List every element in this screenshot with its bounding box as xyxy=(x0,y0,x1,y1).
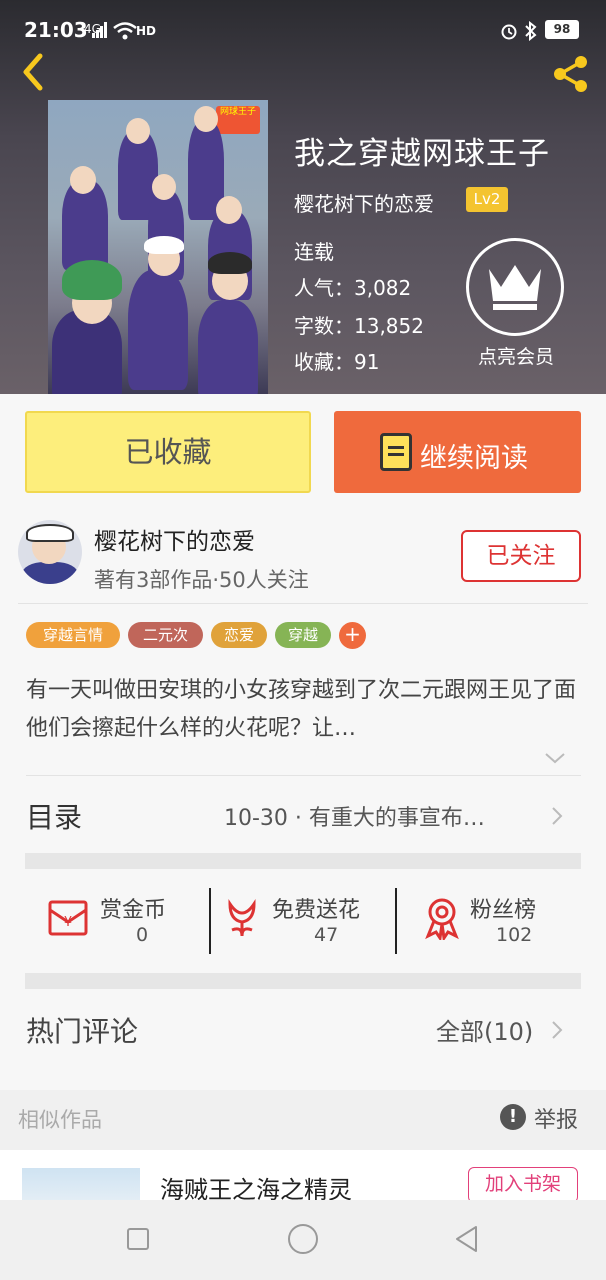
svg-text:¥: ¥ xyxy=(64,915,72,930)
author-stats: 著有3部作品·50人关注 xyxy=(94,568,309,592)
tag-chip[interactable]: 穿越 xyxy=(275,622,331,648)
add-tag-button[interactable]: + xyxy=(339,622,366,649)
book-cover[interactable]: 网球王子 xyxy=(48,100,268,394)
cover-figure xyxy=(152,174,176,200)
report-icon[interactable]: ! xyxy=(500,1104,526,1130)
section-divider xyxy=(25,853,581,869)
status-time: 21:03 xyxy=(24,18,88,42)
continue-reading-label: 继续阅读 xyxy=(420,443,528,474)
vip-label[interactable]: 点亮会员 xyxy=(468,342,564,369)
divider xyxy=(18,603,588,604)
book-author[interactable]: 樱花树下的恋爱 xyxy=(294,188,434,217)
reward-coins-label: 赏金币 xyxy=(100,898,167,923)
bluetooth-icon xyxy=(525,21,537,41)
cover-figure xyxy=(126,118,150,144)
author-level-badge: Lv2 xyxy=(466,187,508,212)
hd-indicator: HD xyxy=(136,24,157,38)
chevron-right-icon[interactable] xyxy=(551,1020,563,1040)
battery-indicator: 98 xyxy=(545,20,579,39)
medal-icon xyxy=(425,898,459,940)
recent-apps-icon[interactable] xyxy=(127,1228,149,1250)
popularity-count: 人气：3,082 xyxy=(294,276,412,300)
fan-ranking-label: 粉丝榜 xyxy=(470,898,537,923)
section-divider xyxy=(25,973,581,989)
share-icon[interactable] xyxy=(548,52,592,96)
cover-figure xyxy=(198,300,258,394)
add-to-shelf-button[interactable]: 加入书架 xyxy=(468,1167,578,1200)
free-flowers-label: 免费送花 xyxy=(272,898,361,923)
divider xyxy=(209,888,211,954)
back-icon[interactable] xyxy=(18,52,48,92)
word-count: 字数：13,852 xyxy=(294,314,424,338)
tag-chip[interactable]: 恋爱 xyxy=(211,622,267,648)
reward-coins-value: 0 xyxy=(136,924,149,946)
fan-ranking[interactable]: 粉丝榜 102 xyxy=(420,890,570,954)
tag-chip[interactable]: 穿越言情 xyxy=(26,622,120,648)
cover-figure xyxy=(128,270,188,390)
chevron-down-icon[interactable] xyxy=(544,751,566,765)
home-icon[interactable] xyxy=(288,1224,318,1254)
author-avatar[interactable] xyxy=(18,520,82,584)
divider xyxy=(395,888,397,954)
author-name[interactable]: 樱花树下的恋爱 xyxy=(94,522,255,556)
divider xyxy=(26,775,581,776)
flower-icon xyxy=(228,899,256,937)
cover-logo: 网球王子 xyxy=(216,106,260,134)
wifi-icon xyxy=(113,22,137,40)
cover-figure xyxy=(70,166,96,194)
continue-reading-button[interactable]: 继续阅读 xyxy=(334,411,581,493)
status-bar: 21:03 4G HD 98 xyxy=(0,0,606,46)
collected-button[interactable]: 已收藏 xyxy=(25,411,311,493)
recommended-book-cover[interactable] xyxy=(22,1168,140,1200)
toc-label[interactable]: 目录 xyxy=(26,796,82,836)
chevron-right-icon[interactable] xyxy=(551,806,563,826)
report-button[interactable]: 举报 xyxy=(534,1102,578,1134)
serial-status: 连载 xyxy=(294,240,334,264)
cover-figure xyxy=(208,252,252,274)
alarm-icon xyxy=(501,24,517,40)
cover-figure xyxy=(194,106,218,132)
crown-icon xyxy=(489,265,541,310)
similar-works-label: 相似作品 xyxy=(18,1108,102,1132)
latest-chapter[interactable]: 10-30 · 有重大的事宣布… xyxy=(224,800,542,832)
book-icon xyxy=(380,433,412,471)
book-description[interactable]: 有一天叫做田安琪的小女孩穿越到了次二元跟网王见了面他们会擦起什么样的火花呢？让… xyxy=(26,672,586,748)
cover-figure xyxy=(144,236,184,254)
signal-icon xyxy=(92,22,107,38)
back-nav-icon[interactable] xyxy=(452,1224,482,1254)
vip-button[interactable] xyxy=(466,238,564,336)
cover-figure xyxy=(62,260,122,300)
reward-coins[interactable]: ¥ 赏金币 0 xyxy=(46,890,206,954)
free-flowers-value: 47 xyxy=(314,924,339,946)
recommended-book-title[interactable]: 海贼王之海之精灵 xyxy=(160,1170,352,1200)
followed-button[interactable]: 已关注 xyxy=(461,530,581,582)
recommended-book[interactable]: 海贼王之海之精灵 加入书架 xyxy=(0,1150,606,1200)
cover-figure xyxy=(216,196,242,224)
coin-envelope-icon: ¥ xyxy=(48,900,88,936)
book-header: 21:03 4G HD 98 网球王子 我之穿越网球王子 樱花树下的恋爱 Lv2… xyxy=(0,0,606,394)
system-nav-bar xyxy=(0,1200,606,1280)
hot-comments-title: 热门评论 xyxy=(26,1015,139,1048)
tag-chip[interactable]: 二元次 xyxy=(128,622,203,648)
fan-ranking-value: 102 xyxy=(496,924,533,946)
favorites-count: 收藏：91 xyxy=(294,350,380,374)
all-comments-link[interactable]: 全部(10) xyxy=(436,1012,533,1047)
book-title: 我之穿越网球王子 xyxy=(294,136,550,172)
free-flowers[interactable]: 免费送花 47 xyxy=(220,890,390,954)
